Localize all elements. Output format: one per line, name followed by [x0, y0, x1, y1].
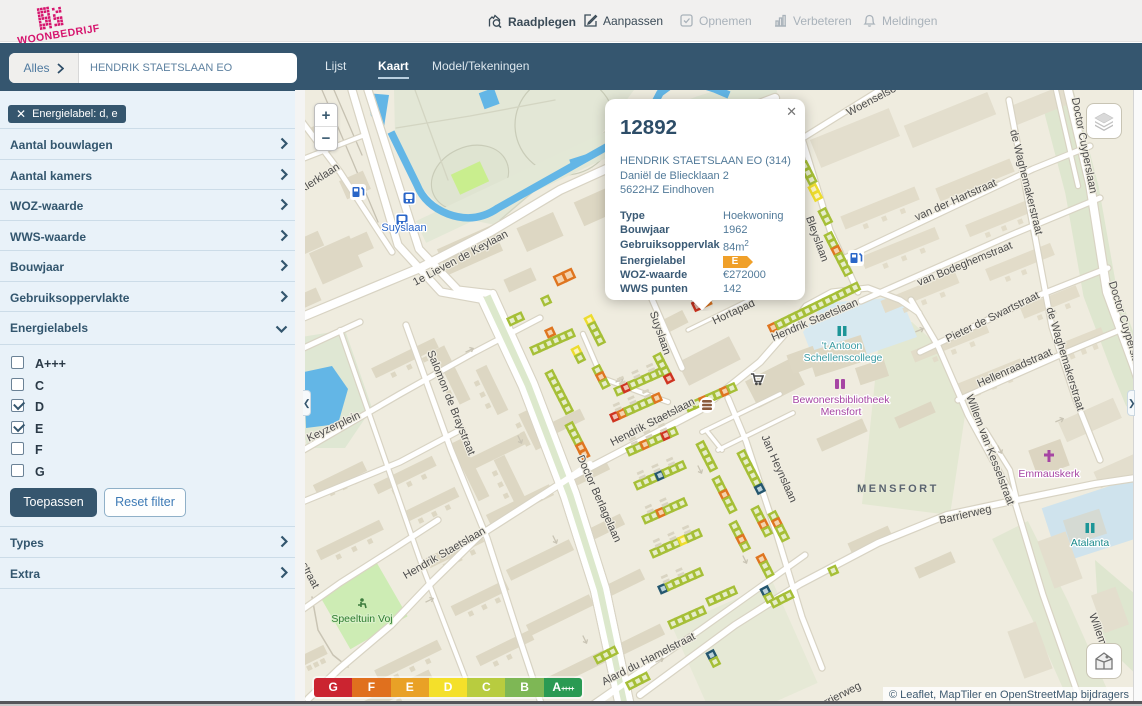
svg-text:MENSFORT: MENSFORT [857, 483, 939, 495]
svg-text:Emmauskerk: Emmauskerk [1018, 468, 1080, 480]
svg-text:Bewonersbibliotheek: Bewonersbibliotheek [793, 394, 891, 406]
svg-text:Suyslaan: Suyslaan [381, 222, 426, 234]
svg-text:Atalanta: Atalanta [1071, 537, 1110, 549]
svg-text:'t Antoon: 't Antoon [822, 340, 863, 352]
svg-text:Schellenscollege: Schellenscollege [804, 352, 883, 364]
svg-text:Speeltuin Voj: Speeltuin Voj [331, 613, 392, 625]
svg-text:Mensfort: Mensfort [821, 406, 862, 418]
